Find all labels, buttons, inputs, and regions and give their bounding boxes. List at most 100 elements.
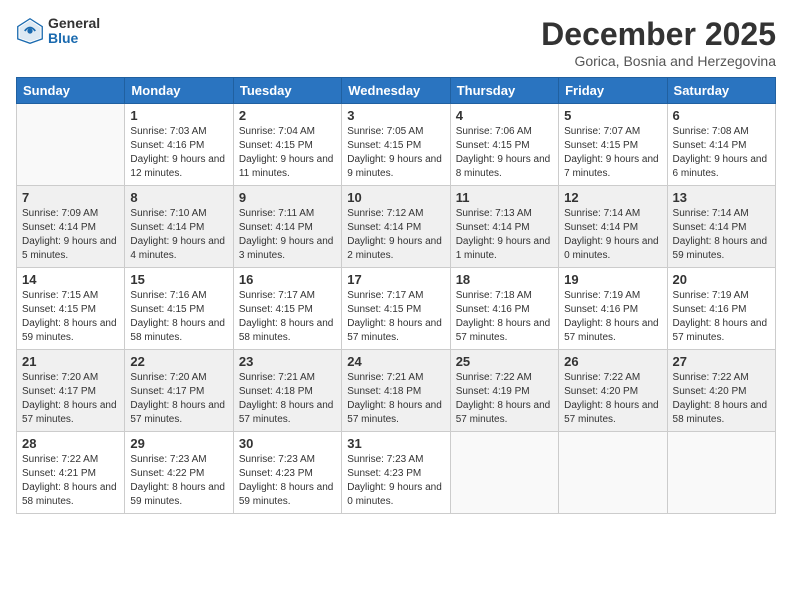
title-area: December 2025 Gorica, Bosnia and Herzego…	[541, 16, 776, 69]
calendar-week-3: 14 Sunrise: 7:15 AM Sunset: 4:15 PM Dayli…	[17, 268, 776, 350]
calendar-cell: 5 Sunrise: 7:07 AM Sunset: 4:15 PM Daylig…	[559, 104, 667, 186]
day-number: 8	[130, 190, 227, 205]
day-number: 16	[239, 272, 336, 287]
day-info: Sunrise: 7:05 AM Sunset: 4:15 PM Dayligh…	[347, 125, 444, 181]
calendar-cell: 3 Sunrise: 7:05 AM Sunset: 4:15 PM Daylig…	[342, 104, 450, 186]
calendar-cell: 6 Sunrise: 7:08 AM Sunset: 4:14 PM Daylig…	[667, 104, 775, 186]
calendar-cell	[559, 432, 667, 514]
calendar-cell: 28Sunrise: 7:22 AM Sunset: 4:21 PM Dayli…	[17, 432, 125, 514]
day-info: Sunrise: 7:09 AM Sunset: 4:14 PM Dayligh…	[22, 207, 119, 263]
calendar-cell: 25 Sunrise: 7:22 AM Sunset: 4:19 PM Dayli…	[450, 350, 558, 432]
day-header-tuesday: Tuesday	[233, 78, 341, 104]
logo-blue: Blue	[48, 31, 100, 46]
calendar-cell	[17, 104, 125, 186]
day-number: 25	[456, 354, 553, 369]
calendar-cell: 31Sunrise: 7:23 AM Sunset: 4:23 PM Dayli…	[342, 432, 450, 514]
day-number: 28	[22, 436, 119, 451]
day-info: Sunrise: 7:22 AM Sunset: 4:20 PM Dayligh…	[564, 371, 661, 427]
day-number: 1	[130, 108, 227, 123]
day-info: Sunrise: 7:14 AM Sunset: 4:14 PM Dayligh…	[564, 207, 661, 263]
day-info: Sunrise: 7:23 AM Sunset: 4:23 PM Dayligh…	[239, 453, 336, 509]
calendar-week-4: 21Sunrise: 7:20 AM Sunset: 4:17 PM Dayli…	[17, 350, 776, 432]
day-number: 2	[239, 108, 336, 123]
day-header-monday: Monday	[125, 78, 233, 104]
day-number: 26	[564, 354, 661, 369]
calendar-cell	[450, 432, 558, 514]
calendar-week-1: 1 Sunrise: 7:03 AM Sunset: 4:16 PM Daylig…	[17, 104, 776, 186]
calendar-cell: 15 Sunrise: 7:16 AM Sunset: 4:15 PM Dayli…	[125, 268, 233, 350]
calendar-cell: 27 Sunrise: 7:22 AM Sunset: 4:20 PM Dayli…	[667, 350, 775, 432]
calendar-cell: 10Sunrise: 7:12 AM Sunset: 4:14 PM Dayli…	[342, 186, 450, 268]
day-info: Sunrise: 7:18 AM Sunset: 4:16 PM Dayligh…	[456, 289, 553, 345]
calendar-cell: 26 Sunrise: 7:22 AM Sunset: 4:20 PM Dayli…	[559, 350, 667, 432]
day-info: Sunrise: 7:07 AM Sunset: 4:15 PM Dayligh…	[564, 125, 661, 181]
day-number: 11	[456, 190, 553, 205]
day-number: 5	[564, 108, 661, 123]
day-info: Sunrise: 7:20 AM Sunset: 4:17 PM Dayligh…	[22, 371, 119, 427]
calendar-cell: 19 Sunrise: 7:19 AM Sunset: 4:16 PM Dayli…	[559, 268, 667, 350]
calendar-cell: 23Sunrise: 7:21 AM Sunset: 4:18 PM Dayli…	[233, 350, 341, 432]
day-header-friday: Friday	[559, 78, 667, 104]
day-header-saturday: Saturday	[667, 78, 775, 104]
calendar-cell: 16Sunrise: 7:17 AM Sunset: 4:15 PM Dayli…	[233, 268, 341, 350]
day-number: 27	[673, 354, 770, 369]
day-info: Sunrise: 7:22 AM Sunset: 4:20 PM Dayligh…	[673, 371, 770, 427]
calendar-cell: 21Sunrise: 7:20 AM Sunset: 4:17 PM Dayli…	[17, 350, 125, 432]
day-number: 3	[347, 108, 444, 123]
day-info: Sunrise: 7:14 AM Sunset: 4:14 PM Dayligh…	[673, 207, 770, 263]
logo-general: General	[48, 16, 100, 31]
calendar-cell: 4 Sunrise: 7:06 AM Sunset: 4:15 PM Daylig…	[450, 104, 558, 186]
day-number: 20	[673, 272, 770, 287]
calendar-cell: 9Sunrise: 7:11 AM Sunset: 4:14 PM Daylig…	[233, 186, 341, 268]
day-number: 31	[347, 436, 444, 451]
day-info: Sunrise: 7:06 AM Sunset: 4:15 PM Dayligh…	[456, 125, 553, 181]
day-info: Sunrise: 7:21 AM Sunset: 4:18 PM Dayligh…	[347, 371, 444, 427]
day-number: 22	[130, 354, 227, 369]
calendar-cell	[667, 432, 775, 514]
day-number: 4	[456, 108, 553, 123]
day-info: Sunrise: 7:13 AM Sunset: 4:14 PM Dayligh…	[456, 207, 553, 263]
day-info: Sunrise: 7:08 AM Sunset: 4:14 PM Dayligh…	[673, 125, 770, 181]
day-info: Sunrise: 7:22 AM Sunset: 4:19 PM Dayligh…	[456, 371, 553, 427]
day-info: Sunrise: 7:03 AM Sunset: 4:16 PM Dayligh…	[130, 125, 227, 181]
day-info: Sunrise: 7:19 AM Sunset: 4:16 PM Dayligh…	[564, 289, 661, 345]
day-number: 23	[239, 354, 336, 369]
calendar-cell: 18 Sunrise: 7:18 AM Sunset: 4:16 PM Dayli…	[450, 268, 558, 350]
day-number: 18	[456, 272, 553, 287]
day-number: 6	[673, 108, 770, 123]
day-info: Sunrise: 7:17 AM Sunset: 4:15 PM Dayligh…	[347, 289, 444, 345]
month-title: December 2025	[541, 16, 776, 53]
calendar-cell: 13 Sunrise: 7:14 AM Sunset: 4:14 PM Dayli…	[667, 186, 775, 268]
day-header-sunday: Sunday	[17, 78, 125, 104]
logo-text: General Blue	[48, 16, 100, 47]
day-info: Sunrise: 7:23 AM Sunset: 4:22 PM Dayligh…	[130, 453, 227, 509]
logo: General Blue	[16, 16, 100, 47]
calendar-header-row: SundayMondayTuesdayWednesdayThursdayFrid…	[17, 78, 776, 104]
page-header: General Blue December 2025 Gorica, Bosni…	[16, 16, 776, 69]
day-number: 13	[673, 190, 770, 205]
logo-icon	[16, 17, 44, 45]
calendar-cell: 24Sunrise: 7:21 AM Sunset: 4:18 PM Dayli…	[342, 350, 450, 432]
day-info: Sunrise: 7:16 AM Sunset: 4:15 PM Dayligh…	[130, 289, 227, 345]
calendar-cell: 30Sunrise: 7:23 AM Sunset: 4:23 PM Dayli…	[233, 432, 341, 514]
calendar-cell: 12Sunrise: 7:14 AM Sunset: 4:14 PM Dayli…	[559, 186, 667, 268]
day-info: Sunrise: 7:15 AM Sunset: 4:15 PM Dayligh…	[22, 289, 119, 345]
day-header-thursday: Thursday	[450, 78, 558, 104]
day-number: 17	[347, 272, 444, 287]
day-number: 7	[22, 190, 119, 205]
calendar-table: SundayMondayTuesdayWednesdayThursdayFrid…	[16, 77, 776, 514]
day-info: Sunrise: 7:10 AM Sunset: 4:14 PM Dayligh…	[130, 207, 227, 263]
day-number: 14	[22, 272, 119, 287]
calendar-cell: 2Sunrise: 7:04 AM Sunset: 4:15 PM Daylig…	[233, 104, 341, 186]
calendar-cell: 11 Sunrise: 7:13 AM Sunset: 4:14 PM Dayli…	[450, 186, 558, 268]
calendar-cell: 14 Sunrise: 7:15 AM Sunset: 4:15 PM Dayli…	[17, 268, 125, 350]
day-number: 9	[239, 190, 336, 205]
calendar-week-2: 7 Sunrise: 7:09 AM Sunset: 4:14 PM Daylig…	[17, 186, 776, 268]
calendar-cell: 17 Sunrise: 7:17 AM Sunset: 4:15 PM Dayli…	[342, 268, 450, 350]
calendar-cell: 20 Sunrise: 7:19 AM Sunset: 4:16 PM Dayli…	[667, 268, 775, 350]
day-info: Sunrise: 7:19 AM Sunset: 4:16 PM Dayligh…	[673, 289, 770, 345]
day-number: 19	[564, 272, 661, 287]
day-header-wednesday: Wednesday	[342, 78, 450, 104]
calendar-cell: 8 Sunrise: 7:10 AM Sunset: 4:14 PM Daylig…	[125, 186, 233, 268]
day-number: 15	[130, 272, 227, 287]
